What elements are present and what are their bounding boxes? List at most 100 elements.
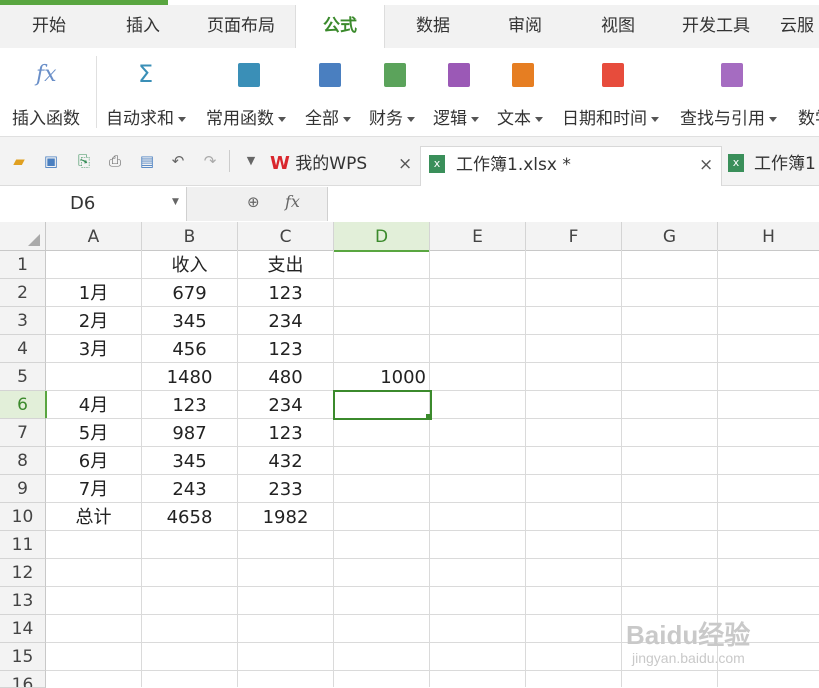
cell-b8[interactable]: 345 [142, 447, 237, 475]
tab-home[interactable]: 开始 [13, 5, 85, 48]
column-header-h[interactable]: H [718, 222, 819, 251]
cell-c4[interactable]: 123 [238, 335, 333, 363]
cell-b3[interactable]: 345 [142, 307, 237, 335]
row-header-12[interactable]: 12 [0, 559, 46, 587]
doc-tab-active[interactable]: x 工作簿1.xlsx * × [420, 146, 722, 186]
row-header-1[interactable]: 1 [0, 251, 46, 279]
cell-c6[interactable]: 234 [238, 391, 333, 419]
close-icon[interactable]: × [398, 146, 412, 182]
active-cell-d6[interactable] [333, 390, 432, 420]
autosum-button[interactable]: Σ 自动求和 [100, 48, 195, 136]
cell-a6[interactable]: 4月 [46, 391, 141, 419]
tab-insert[interactable]: 插入 [108, 5, 178, 48]
lookup-reference-button[interactable]: 查找与引用 [676, 48, 791, 136]
open-folder-icon[interactable]: ▰ [8, 150, 30, 172]
redo-icon[interactable]: ↷ [199, 150, 221, 172]
tab-view[interactable]: 视图 [583, 5, 653, 48]
row-header-8[interactable]: 8 [0, 447, 46, 475]
zoom-icon[interactable]: ⊕ [247, 193, 260, 211]
insert-function-button[interactable]: fx 插入函数 [0, 48, 96, 136]
math-button[interactable]: 数学 [796, 48, 819, 136]
cell-c10[interactable]: 1982 [238, 503, 333, 531]
cell-c1[interactable]: 支出 [238, 251, 333, 279]
cell-d5[interactable]: 1000 [334, 363, 426, 391]
row-header-6[interactable]: 6 [0, 391, 47, 419]
text-button[interactable]: 文本 [492, 48, 552, 136]
doc-tab-my-wps[interactable]: W 我的WPS × [270, 146, 420, 185]
column-header-g[interactable]: G [622, 222, 718, 251]
formula-input[interactable] [328, 187, 819, 221]
name-box[interactable]: D6 ▼ [0, 187, 187, 221]
cell-a10[interactable]: 总计 [46, 503, 141, 531]
date-time-button[interactable]: 日期和时间 [557, 48, 672, 136]
tab-data[interactable]: 数据 [398, 5, 468, 48]
row-header-4[interactable]: 4 [0, 335, 46, 363]
column-header-a[interactable]: A [46, 222, 142, 251]
cell-b4[interactable]: 456 [142, 335, 237, 363]
doc-tab-other[interactable]: x 工作簿1 [726, 146, 819, 185]
row-header-2[interactable]: 2 [0, 279, 46, 307]
row-header-11[interactable]: 11 [0, 531, 46, 559]
cell-c9[interactable]: 233 [238, 475, 333, 503]
grid-line [46, 586, 819, 587]
undo-icon[interactable]: ↶ [167, 150, 189, 172]
row-header-10[interactable]: 10 [0, 503, 46, 531]
cell-b5[interactable]: 1480 [142, 363, 237, 391]
cell-b2[interactable]: 679 [142, 279, 237, 307]
select-all-corner[interactable] [0, 222, 46, 251]
common-functions-button[interactable]: 常用函数 [200, 48, 295, 136]
watermark-logo: Baidu经验 [626, 620, 751, 650]
fill-handle[interactable] [426, 414, 431, 419]
grid-line [429, 250, 430, 687]
print-preview-icon[interactable]: ▤ [136, 150, 158, 172]
row-header-13[interactable]: 13 [0, 587, 46, 615]
row-header-9[interactable]: 9 [0, 475, 46, 503]
cell-b10[interactable]: 4658 [142, 503, 237, 531]
tab-cloud[interactable]: 云服 [780, 5, 819, 48]
row-header-14[interactable]: 14 [0, 615, 46, 643]
cell-a4[interactable]: 3月 [46, 335, 141, 363]
print-icon[interactable]: ⎙ [104, 150, 126, 172]
row-header-16[interactable]: 16 [0, 671, 46, 688]
cell-b1[interactable]: 收入 [142, 251, 237, 279]
cell-a8[interactable]: 6月 [46, 447, 141, 475]
save-icon[interactable]: ▣ [40, 150, 62, 172]
cell-a9[interactable]: 7月 [46, 475, 141, 503]
cell-c5[interactable]: 480 [238, 363, 333, 391]
cell-c7[interactable]: 123 [238, 419, 333, 447]
ribbon-divider [96, 56, 97, 128]
column-header-f[interactable]: F [526, 222, 622, 251]
cell-c8[interactable]: 432 [238, 447, 333, 475]
row-header-7[interactable]: 7 [0, 419, 46, 447]
cell-c2[interactable]: 123 [238, 279, 333, 307]
export-icon[interactable]: ⎘ [73, 150, 95, 172]
cell-a3[interactable]: 2月 [46, 307, 141, 335]
row-header-5[interactable]: 5 [0, 363, 46, 391]
sigma-icon: Σ [138, 60, 154, 88]
logical-button[interactable]: 逻辑 [428, 48, 488, 136]
column-header-c[interactable]: C [238, 222, 334, 251]
cell-a7[interactable]: 5月 [46, 419, 141, 447]
column-header-b[interactable]: B [142, 222, 238, 251]
cell-a2[interactable]: 1月 [46, 279, 141, 307]
tab-review[interactable]: 审阅 [490, 5, 560, 48]
chevron-down-icon[interactable]: ▼ [240, 150, 262, 172]
tab-developer[interactable]: 开发工具 [672, 5, 760, 48]
fx-icon[interactable]: fx [285, 192, 300, 211]
tab-page-layout[interactable]: 页面布局 [197, 5, 285, 48]
cell-b6[interactable]: 123 [142, 391, 237, 419]
cell-b7[interactable]: 987 [142, 419, 237, 447]
column-header-d[interactable]: D [334, 222, 430, 252]
all-functions-button[interactable]: 全部 [300, 48, 360, 136]
row-header-15[interactable]: 15 [0, 643, 46, 671]
grid-line [621, 250, 622, 687]
row-header-3[interactable]: 3 [0, 307, 46, 335]
close-icon[interactable]: × [699, 147, 713, 183]
financial-button[interactable]: 财务 [364, 48, 424, 136]
cell-c3[interactable]: 234 [238, 307, 333, 335]
column-header-e[interactable]: E [430, 222, 526, 251]
grid-line [525, 250, 526, 687]
tab-formulas[interactable]: 公式 [295, 5, 385, 48]
cell-b9[interactable]: 243 [142, 475, 237, 503]
chevron-down-icon[interactable]: ▼ [172, 197, 179, 207]
